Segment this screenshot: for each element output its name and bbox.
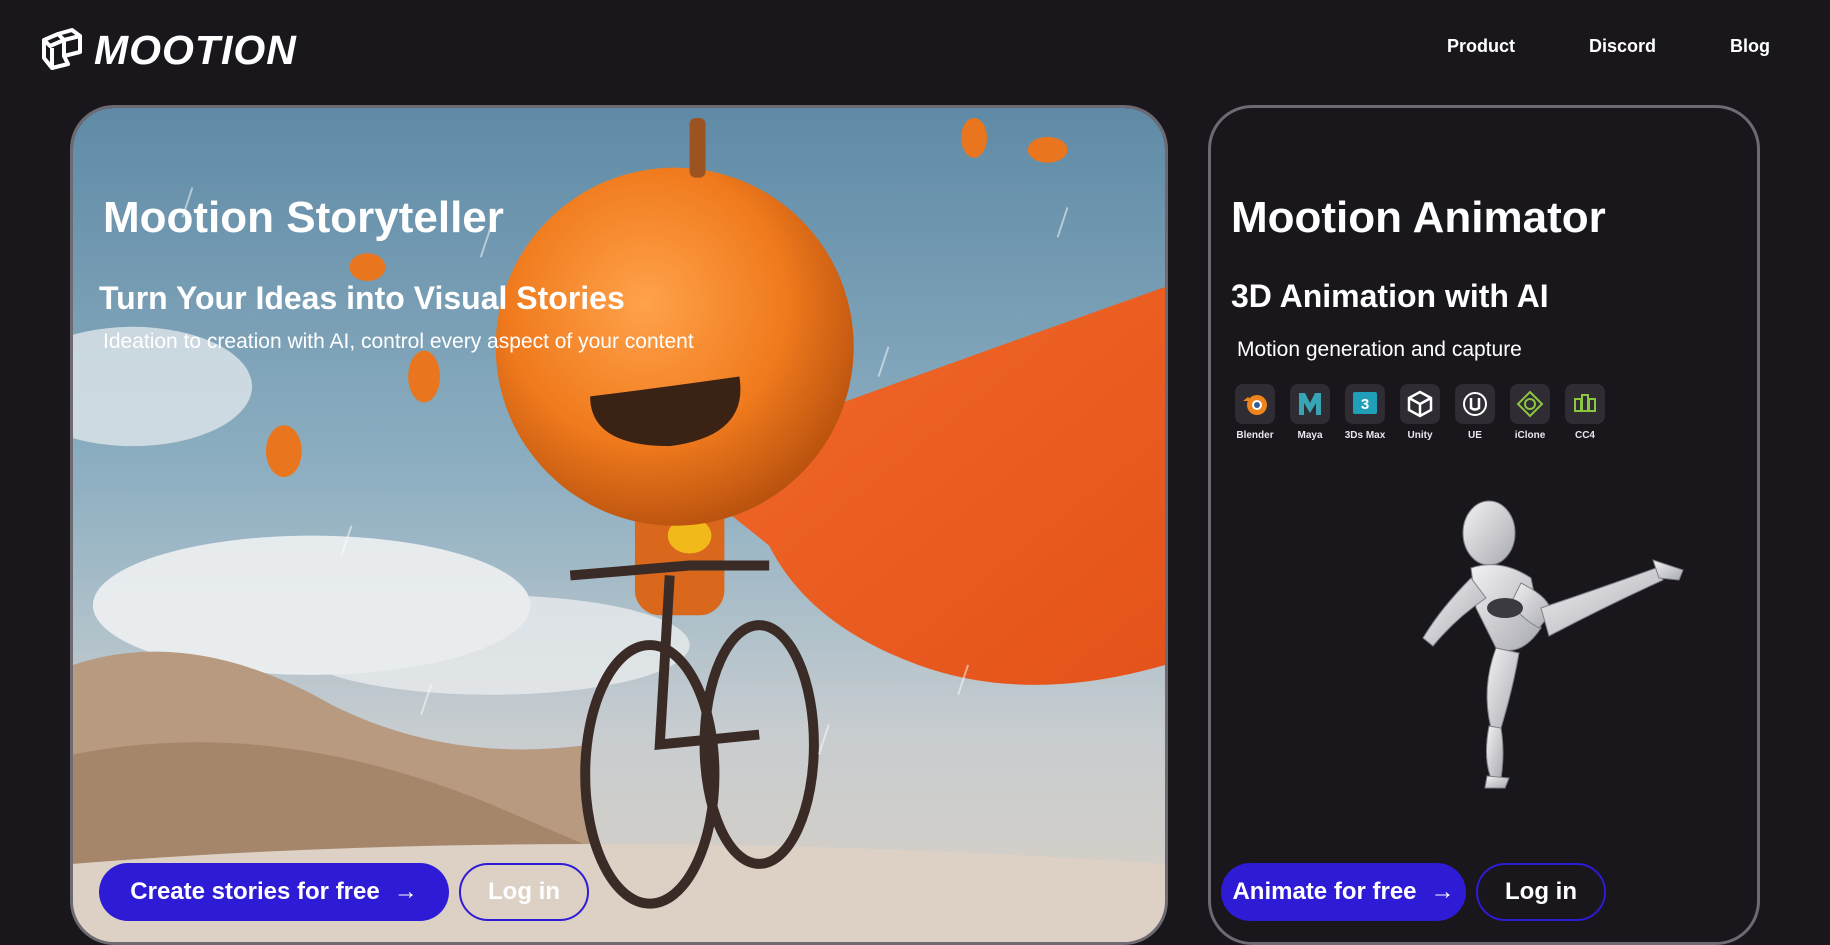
tool-iclone[interactable]: iClone xyxy=(1510,384,1550,441)
tool-label: 3Ds Max xyxy=(1344,430,1386,441)
animator-subtitle: 3D Animation with AI xyxy=(1231,278,1549,314)
site-header: MOOTION Product Discord Blog xyxy=(0,0,1830,100)
animate-for-free-label: Animate for free xyxy=(1232,878,1417,905)
tool-cc4[interactable]: CC4 xyxy=(1565,384,1605,441)
brand-name: MOOTION xyxy=(94,26,297,73)
tool-maya[interactable]: Maya xyxy=(1290,384,1330,441)
3ds-max-icon: 3 xyxy=(1345,384,1385,424)
nav-discord-link[interactable]: Discord xyxy=(1589,36,1656,57)
create-stories-button[interactable]: Create stories for free → xyxy=(99,863,449,921)
storyteller-subtitle: Turn Your Ideas into Visual Stories xyxy=(99,280,625,316)
tool-label: iClone xyxy=(1514,430,1546,441)
tool-label: CC4 xyxy=(1574,430,1595,441)
main-nav: Product Discord Blog xyxy=(1447,36,1770,57)
arrow-right-icon: → xyxy=(393,878,418,905)
maya-icon xyxy=(1290,384,1330,424)
svg-text:3: 3 xyxy=(1361,396,1369,413)
storyteller-card[interactable]: Mootion Storyteller Turn Your Ideas into… xyxy=(70,105,1168,945)
animator-description: Motion generation and capture xyxy=(1237,338,1522,361)
supported-tools-list: Blender Maya 3 3Ds Max Unity UE iClone C… xyxy=(1235,384,1605,441)
tool-label: Unity xyxy=(1407,430,1433,441)
blender-icon xyxy=(1235,384,1275,424)
create-stories-label: Create stories for free xyxy=(130,878,380,905)
mootion-logo-icon xyxy=(42,28,82,70)
character-creator-icon xyxy=(1565,384,1605,424)
iclone-icon xyxy=(1510,384,1550,424)
nav-blog-link[interactable]: Blog xyxy=(1730,36,1770,57)
tool-3ds-max[interactable]: 3 3Ds Max xyxy=(1345,384,1385,441)
tool-label: Blender xyxy=(1236,430,1274,441)
animator-title: Mootion Animator xyxy=(1231,193,1606,242)
storyteller-login-button[interactable]: Log in xyxy=(459,863,589,921)
animate-for-free-button[interactable]: Animate for free → xyxy=(1221,863,1466,921)
unreal-engine-icon xyxy=(1455,384,1495,424)
animator-login-button[interactable]: Log in xyxy=(1476,863,1606,921)
storyteller-description: Ideation to creation with AI, control ev… xyxy=(103,330,694,353)
tool-label: UE xyxy=(1468,430,1482,441)
3d-mannequin-figure xyxy=(1422,500,1684,789)
storyteller-title: Mootion Storyteller xyxy=(103,193,504,242)
tool-blender[interactable]: Blender xyxy=(1235,384,1275,441)
animator-card[interactable]: Mootion Animator 3D Animation with AI Mo… xyxy=(1208,105,1760,945)
arrow-right-icon: → xyxy=(1430,878,1455,905)
unity-icon xyxy=(1400,384,1440,424)
tool-ue[interactable]: UE xyxy=(1455,384,1495,441)
tool-label: Maya xyxy=(1297,430,1323,441)
tool-unity[interactable]: Unity xyxy=(1400,384,1440,441)
logo[interactable]: MOOTION xyxy=(38,26,297,74)
nav-product-link[interactable]: Product xyxy=(1447,36,1515,57)
